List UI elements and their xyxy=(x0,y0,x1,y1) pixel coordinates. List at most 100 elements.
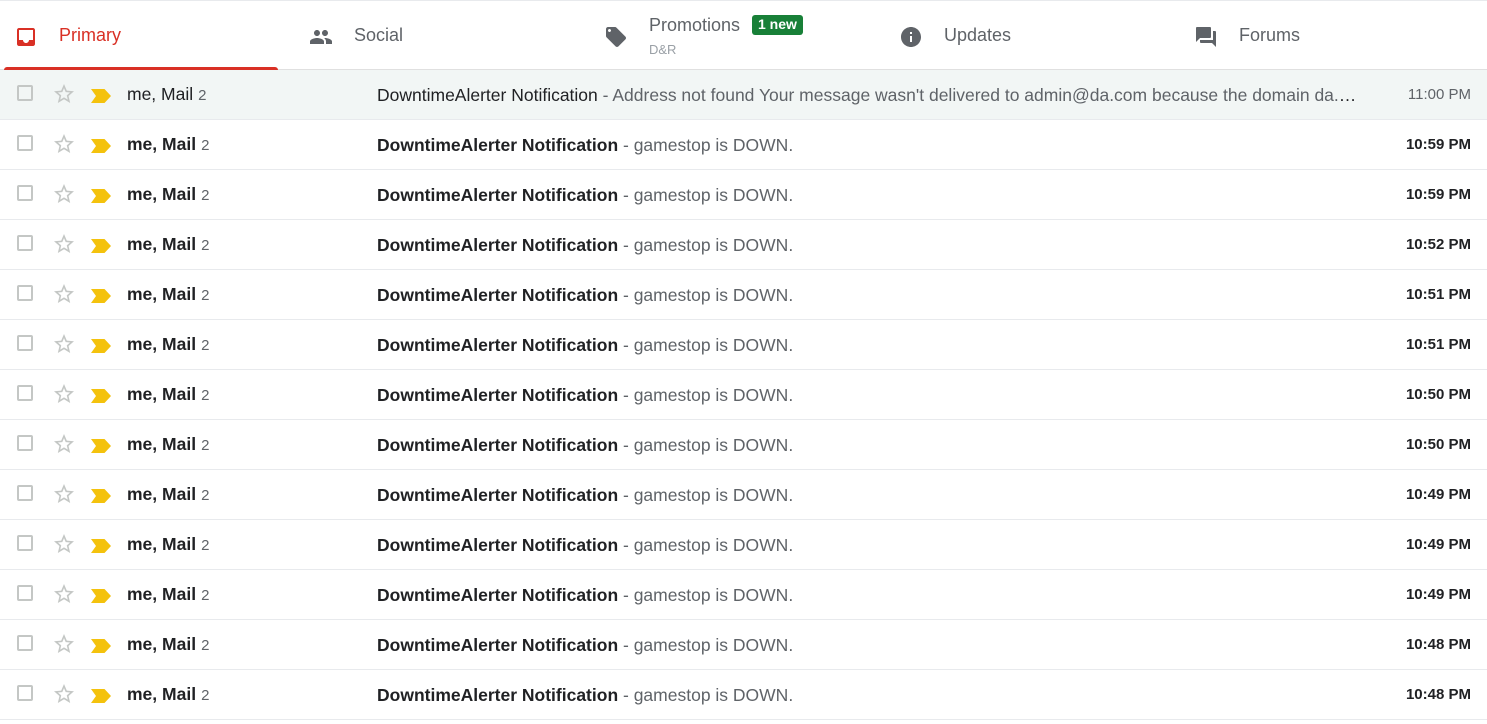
email-snippet: - gamestop is DOWN. xyxy=(618,435,794,455)
sender: me, Mail 2 xyxy=(127,134,209,155)
email-subject: DowntimeAlerter Notification xyxy=(377,385,619,405)
email-subject: DowntimeAlerter Notification xyxy=(377,585,619,605)
select-checkbox[interactable] xyxy=(17,285,33,301)
important-marker-icon[interactable] xyxy=(91,687,111,703)
important-marker-icon[interactable] xyxy=(91,137,111,153)
select-checkbox[interactable] xyxy=(17,435,33,451)
forum-icon xyxy=(1194,25,1218,49)
important-marker-icon[interactable] xyxy=(91,287,111,303)
email-row[interactable]: me, Mail 2 DowntimeAlerter Notification -… xyxy=(0,120,1487,170)
email-time: 10:48 PM xyxy=(1405,636,1471,653)
thread-count: 2 xyxy=(201,287,210,304)
email-row[interactable]: me, Mail 2 DowntimeAlerter Notification -… xyxy=(0,220,1487,270)
tab-promotions[interactable]: Promotions 1 new D&R xyxy=(594,1,884,70)
email-time: 10:49 PM xyxy=(1405,486,1471,503)
star-icon[interactable] xyxy=(52,482,76,506)
tab-updates[interactable]: Updates xyxy=(889,1,1179,70)
star-icon[interactable] xyxy=(52,232,76,256)
important-marker-icon[interactable] xyxy=(91,237,111,253)
important-marker-icon[interactable] xyxy=(91,187,111,203)
select-checkbox[interactable] xyxy=(17,385,33,401)
star-icon[interactable] xyxy=(52,132,76,156)
subject-line: DowntimeAlerter Notification - gamestop … xyxy=(377,285,1357,306)
star-icon[interactable] xyxy=(52,632,76,656)
email-row[interactable]: me, Mail 2 DowntimeAlerter Notification -… xyxy=(0,170,1487,220)
thread-count: 2 xyxy=(201,137,210,154)
tab-forums[interactable]: Forums xyxy=(1184,1,1474,70)
select-checkbox[interactable] xyxy=(17,485,33,501)
promotions-sender-snippet: D&R xyxy=(649,42,677,57)
thread-count: 2 xyxy=(201,537,210,554)
star-icon[interactable] xyxy=(52,332,76,356)
select-checkbox[interactable] xyxy=(17,685,33,701)
email-row[interactable]: me, Mail 2 DowntimeAlerter Notification -… xyxy=(0,320,1487,370)
email-snippet: - gamestop is DOWN. xyxy=(618,685,794,705)
email-snippet: - gamestop is DOWN. xyxy=(618,385,794,405)
select-checkbox[interactable] xyxy=(17,185,33,201)
email-row[interactable]: me, Mail 2 DowntimeAlerter Notification -… xyxy=(0,270,1487,320)
email-row[interactable]: me, Mail 2 DowntimeAlerter Notification -… xyxy=(0,520,1487,570)
tab-primary[interactable]: Primary xyxy=(4,1,278,71)
email-subject: DowntimeAlerter Notification xyxy=(377,185,619,205)
important-marker-icon[interactable] xyxy=(91,437,111,453)
email-row[interactable]: me, Mail 2 DowntimeAlerter Notification -… xyxy=(0,470,1487,520)
star-icon[interactable] xyxy=(52,382,76,406)
select-checkbox[interactable] xyxy=(17,85,33,101)
email-subject: DowntimeAlerter Notification xyxy=(377,435,619,455)
email-list: me, Mail 2 DowntimeAlerter Notification -… xyxy=(0,70,1487,720)
star-icon[interactable] xyxy=(52,582,76,606)
star-icon[interactable] xyxy=(52,432,76,456)
select-checkbox[interactable] xyxy=(17,585,33,601)
subject-line: DowntimeAlerter Notification - gamestop … xyxy=(377,585,1357,606)
sender-names: me, Mail xyxy=(127,84,194,104)
tab-social-label: Social xyxy=(354,25,404,45)
select-checkbox[interactable] xyxy=(17,135,33,151)
subject-line: DowntimeAlerter Notification - gamestop … xyxy=(377,185,1357,206)
important-marker-icon[interactable] xyxy=(91,537,111,553)
email-row[interactable]: me, Mail 2 DowntimeAlerter Notification -… xyxy=(0,370,1487,420)
important-marker-icon[interactable] xyxy=(91,387,111,403)
email-time: 11:00 PM xyxy=(1407,86,1471,103)
inbox-icon xyxy=(14,25,38,49)
email-time: 10:48 PM xyxy=(1405,686,1471,703)
star-icon[interactable] xyxy=(52,532,76,556)
star-icon[interactable] xyxy=(52,682,76,706)
important-marker-icon[interactable] xyxy=(91,87,111,103)
info-icon xyxy=(899,25,923,49)
email-row[interactable]: me, Mail 2 DowntimeAlerter Notification -… xyxy=(0,570,1487,620)
tab-social[interactable]: Social xyxy=(299,1,589,70)
sender-names: me, Mail xyxy=(127,234,197,254)
important-marker-icon[interactable] xyxy=(91,337,111,353)
email-time: 10:59 PM xyxy=(1405,136,1471,153)
email-row[interactable]: me, Mail 2 DowntimeAlerter Notification -… xyxy=(0,670,1487,720)
people-icon xyxy=(309,25,333,49)
email-subject: DowntimeAlerter Notification xyxy=(377,535,619,555)
important-marker-icon[interactable] xyxy=(91,487,111,503)
sender-names: me, Mail xyxy=(127,434,197,454)
star-icon[interactable] xyxy=(52,282,76,306)
star-icon[interactable] xyxy=(52,82,76,106)
tab-updates-label: Updates xyxy=(944,25,1012,45)
select-checkbox[interactable] xyxy=(17,535,33,551)
select-checkbox[interactable] xyxy=(17,635,33,651)
email-row[interactable]: me, Mail 2 DowntimeAlerter Notification -… xyxy=(0,420,1487,470)
thread-count: 2 xyxy=(201,687,210,704)
email-subject: DowntimeAlerter Notification xyxy=(377,685,619,705)
sender-names: me, Mail xyxy=(127,134,197,154)
thread-count: 2 xyxy=(201,187,210,204)
select-checkbox[interactable] xyxy=(17,335,33,351)
sender-names: me, Mail xyxy=(127,584,197,604)
important-marker-icon[interactable] xyxy=(91,637,111,653)
select-checkbox[interactable] xyxy=(17,235,33,251)
category-tabs: Primary Social Promotions 1 new D&R Upda… xyxy=(0,0,1487,71)
important-marker-icon[interactable] xyxy=(91,587,111,603)
star-icon[interactable] xyxy=(52,182,76,206)
sender-names: me, Mail xyxy=(127,384,197,404)
sender: me, Mail 2 xyxy=(127,584,209,605)
thread-count: 2 xyxy=(201,437,210,454)
thread-count: 2 xyxy=(201,587,210,604)
sender-names: me, Mail xyxy=(127,284,197,304)
thread-count: 2 xyxy=(201,337,210,354)
email-row[interactable]: me, Mail 2 DowntimeAlerter Notification -… xyxy=(0,620,1487,670)
email-row[interactable]: me, Mail 2 DowntimeAlerter Notification -… xyxy=(0,70,1487,120)
